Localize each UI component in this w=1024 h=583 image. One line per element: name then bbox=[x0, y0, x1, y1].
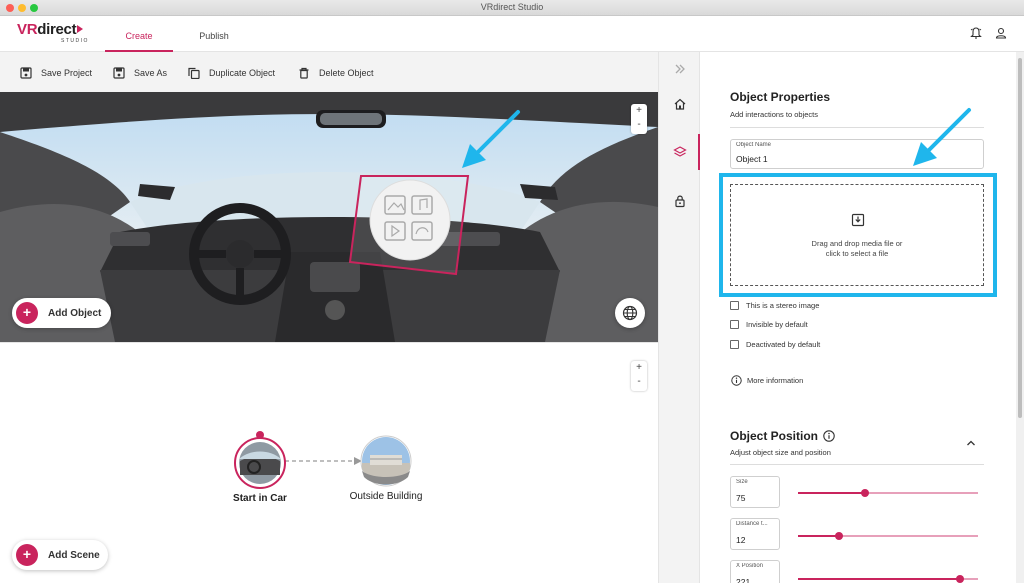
distance-slider[interactable] bbox=[798, 531, 978, 541]
tab-publish[interactable]: Publish bbox=[180, 16, 248, 52]
delete-object-label: Delete Object bbox=[319, 68, 374, 78]
viewer-zoom-out-button[interactable]: - bbox=[631, 118, 647, 132]
distance-value: 12 bbox=[736, 535, 746, 545]
save-icon bbox=[20, 67, 32, 79]
size-field[interactable]: Size 75 bbox=[730, 476, 780, 508]
object-position-title: Object Position bbox=[730, 429, 819, 443]
home-icon[interactable] bbox=[673, 97, 687, 111]
plus-icon: + bbox=[16, 544, 38, 566]
size-slider[interactable] bbox=[798, 488, 978, 498]
invisible-by-default-label: Invisible by default bbox=[746, 320, 808, 329]
x-position-value: 221 bbox=[736, 577, 751, 583]
panorama-viewer[interactable]: + - + Add Object bbox=[0, 92, 658, 342]
scene-graph[interactable]: + - Start in Car Outside Building + Add … bbox=[0, 342, 658, 583]
object-name-label: Object Name bbox=[736, 142, 772, 148]
save-as-label: Save As bbox=[134, 68, 168, 78]
scene-node-start-in-car[interactable] bbox=[232, 431, 288, 493]
x-position-slider[interactable] bbox=[798, 574, 978, 583]
brand-logo: VRdirect STUDIO bbox=[17, 21, 87, 44]
collapse-section-chevron-icon[interactable] bbox=[966, 438, 976, 448]
slider-knob[interactable] bbox=[860, 489, 869, 497]
annotation-arrow-right bbox=[913, 108, 971, 166]
more-information-link[interactable]: More information bbox=[731, 375, 803, 386]
deactivated-by-default-checkbox[interactable]: Deactivated by default bbox=[730, 340, 820, 349]
save-as-icon bbox=[113, 67, 125, 79]
checkbox-box[interactable] bbox=[730, 340, 739, 349]
add-object-button[interactable]: + Add Object bbox=[12, 298, 111, 328]
object-toolbar: Save Project Save As Duplicate Object De… bbox=[0, 52, 658, 92]
invisible-by-default-checkbox[interactable]: Invisible by default bbox=[730, 320, 808, 329]
size-label: Size bbox=[736, 479, 748, 485]
save-as-button[interactable]: Save As bbox=[113, 66, 167, 80]
brand-name-prefix: VR bbox=[17, 21, 38, 38]
window-title: VRdirect Studio bbox=[480, 2, 544, 12]
media-object-placeholder[interactable] bbox=[348, 170, 478, 280]
properties-scrollbar[interactable] bbox=[1016, 52, 1024, 583]
checkbox-box[interactable] bbox=[730, 301, 739, 310]
save-project-button[interactable]: Save Project bbox=[20, 66, 92, 80]
brand-name-suffix: direct bbox=[37, 21, 77, 38]
x-position-label: X Position bbox=[736, 563, 764, 569]
object-position-info-icon[interactable] bbox=[823, 430, 835, 442]
viewer-zoom-controls: + - bbox=[631, 104, 647, 134]
stereo-image-label: This is a stereo image bbox=[746, 301, 820, 310]
object-properties-subtitle: Add interactions to objects bbox=[730, 110, 818, 119]
app-header: VRdirect STUDIO Create Publish bbox=[0, 16, 1024, 52]
more-information-label: More information bbox=[747, 376, 804, 385]
scene-label-outside-building: Outside Building bbox=[349, 491, 423, 502]
add-object-label: Add Object bbox=[48, 307, 102, 319]
save-project-label: Save Project bbox=[41, 68, 93, 78]
scene-label-start-in-car: Start in Car bbox=[233, 493, 287, 504]
distance-label: Distance t... bbox=[736, 521, 768, 527]
object-name-value: Object 1 bbox=[736, 154, 768, 164]
slider-knob[interactable] bbox=[835, 532, 844, 540]
globe-view-button[interactable] bbox=[615, 298, 645, 328]
duplicate-icon bbox=[188, 67, 200, 79]
checkbox-box[interactable] bbox=[730, 320, 739, 329]
object-position-subtitle: Adjust object size and position bbox=[730, 448, 831, 457]
stereo-image-checkbox[interactable]: This is a stereo image bbox=[730, 301, 819, 310]
scrollbar-thumb[interactable] bbox=[1018, 58, 1022, 418]
add-scene-label: Add Scene bbox=[48, 549, 100, 561]
distance-field[interactable]: Distance t... 12 bbox=[730, 518, 780, 550]
layers-icon[interactable] bbox=[673, 145, 687, 159]
deactivated-by-default-label: Deactivated by default bbox=[746, 340, 821, 349]
properties-rail bbox=[658, 52, 700, 583]
plus-icon: + bbox=[16, 302, 38, 324]
slider-knob[interactable] bbox=[956, 575, 964, 583]
info-icon bbox=[731, 375, 742, 386]
lock-icon[interactable] bbox=[673, 194, 687, 208]
trash-icon bbox=[299, 67, 309, 79]
brand-play-icon bbox=[77, 25, 84, 33]
properties-panel: Object Properties Add interactions to ob… bbox=[700, 52, 1016, 583]
app-window: VRdirect Studio VRdirect STUDIO Create P… bbox=[0, 0, 1024, 583]
bell-icon[interactable] bbox=[969, 26, 983, 40]
scene-node-outside-building[interactable] bbox=[358, 433, 414, 489]
dropzone-highlight-box bbox=[719, 173, 997, 297]
annotation-arrow-left bbox=[462, 110, 520, 168]
tab-create[interactable]: Create bbox=[105, 16, 173, 52]
collapse-chevron-icon[interactable] bbox=[673, 62, 687, 76]
user-icon[interactable] bbox=[994, 26, 1008, 40]
globe-icon bbox=[622, 305, 638, 321]
brand-subtitle: STUDIO bbox=[61, 38, 89, 44]
size-value: 75 bbox=[736, 493, 746, 503]
duplicate-object-label: Duplicate Object bbox=[209, 68, 276, 78]
add-scene-button[interactable]: + Add Scene bbox=[12, 540, 108, 570]
duplicate-object-button[interactable]: Duplicate Object bbox=[188, 66, 275, 80]
title-bar: VRdirect Studio bbox=[0, 0, 1024, 16]
section-divider bbox=[730, 464, 984, 465]
x-position-field[interactable]: X Position 221 bbox=[730, 560, 780, 583]
object-properties-title: Object Properties bbox=[730, 90, 831, 104]
viewer-zoom-in-button[interactable]: + bbox=[631, 104, 647, 118]
delete-object-button[interactable]: Delete Object bbox=[298, 66, 374, 80]
